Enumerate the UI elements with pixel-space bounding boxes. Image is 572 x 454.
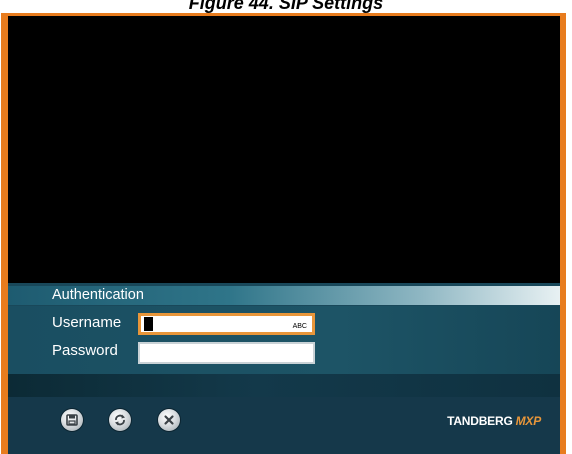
panel-header: Authentication <box>8 286 560 305</box>
username-label: Username <box>52 314 122 331</box>
panel-title: Authentication <box>52 287 144 303</box>
username-field[interactable]: ABC <box>138 313 315 335</box>
save-button[interactable] <box>61 409 83 431</box>
softkey-toolbar: TANDBERG MXP <box>8 397 560 454</box>
password-label: Password <box>52 342 118 359</box>
floppy-disk-icon <box>66 414 78 426</box>
close-button[interactable] <box>158 409 180 431</box>
brand-name: TANDBERG <box>447 414 513 428</box>
password-field[interactable] <box>138 342 315 364</box>
video-area <box>8 16 560 283</box>
refresh-button[interactable] <box>109 409 131 431</box>
divider-strip <box>8 374 560 397</box>
brand-suffix: MXP <box>515 414 542 428</box>
authentication-panel: Authentication Username ABC Password TAN… <box>8 283 560 454</box>
input-mode-indicator: ABC <box>292 323 307 330</box>
refresh-icon <box>115 414 125 426</box>
form-rows: Username ABC Password <box>8 306 560 374</box>
brand-logo: TANDBERG MXP <box>447 414 541 428</box>
text-cursor <box>144 317 153 331</box>
figure-caption: Figure 44. SIP Settings <box>188 0 384 13</box>
device-screen: Authentication Username ABC Password TAN… <box>1 13 566 454</box>
close-icon <box>164 415 174 425</box>
